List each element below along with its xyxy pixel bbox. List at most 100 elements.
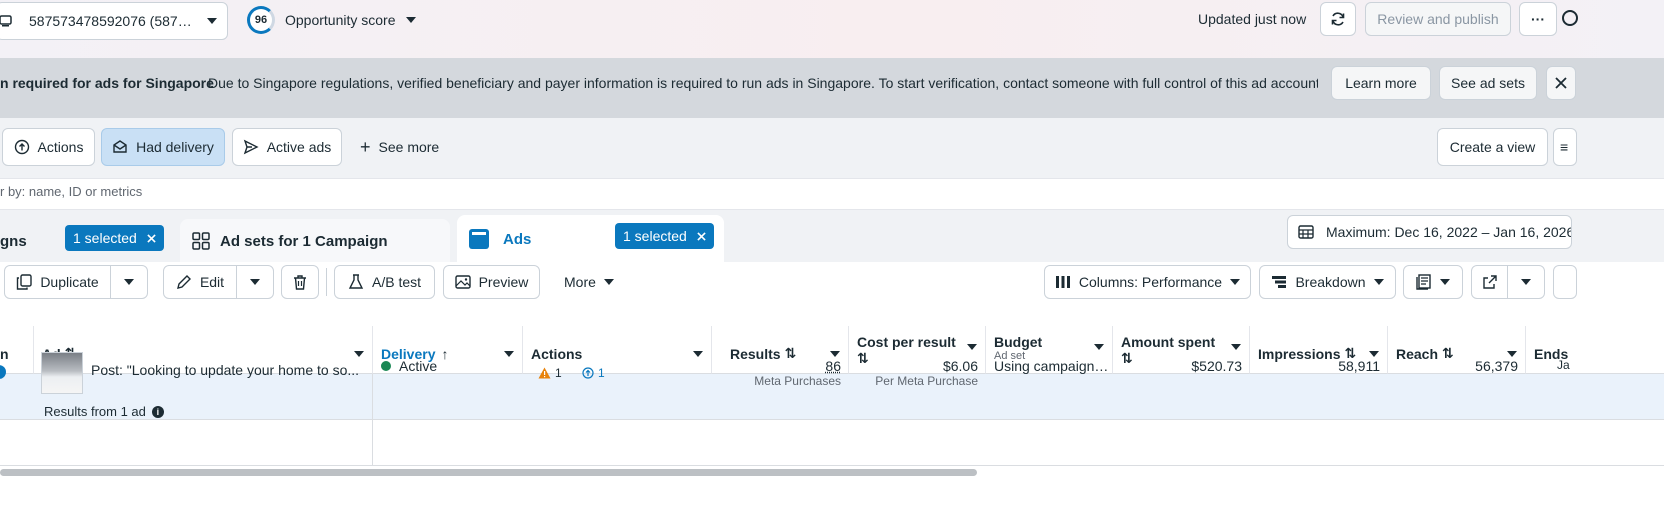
ad-thumbnail <box>41 352 83 394</box>
close-icon[interactable] <box>697 231 706 241</box>
had-delivery-filter-button[interactable]: Had delivery <box>101 128 225 166</box>
learn-more-button[interactable]: Learn more <box>1331 66 1431 100</box>
refresh-button[interactable] <box>1320 2 1356 36</box>
pencil-icon <box>176 274 192 290</box>
export-button[interactable] <box>1471 265 1508 299</box>
breakdown-button[interactable]: Breakdown <box>1259 265 1396 299</box>
ads-selected-pill[interactable]: 1 selected <box>615 223 714 249</box>
chevron-down-icon <box>1094 344 1104 350</box>
edit-dropdown-button[interactable] <box>236 265 274 299</box>
warning-badge[interactable]: 1 <box>538 366 562 380</box>
edit-button[interactable]: Edit <box>163 265 237 299</box>
status-dot-icon <box>381 361 391 371</box>
chevron-down-icon <box>693 350 703 357</box>
breakdown-icon <box>1271 275 1287 289</box>
actions-badge[interactable]: 1 <box>582 366 605 380</box>
plus-icon: + <box>360 137 371 157</box>
arrow-up-circle-icon <box>14 139 30 155</box>
campaigns-selected-pill[interactable]: 1 selected <box>65 225 164 251</box>
budget-cell: Using campaign… <box>994 358 1109 374</box>
calendar-icon <box>1298 224 1314 240</box>
duplicate-button[interactable]: Duplicate <box>4 265 111 299</box>
chevron-down-icon <box>250 279 260 285</box>
arrow-up-circle-icon <box>582 367 594 379</box>
filter-settings-button[interactable]: ≡ <box>1553 128 1577 166</box>
reports-button[interactable] <box>1403 265 1463 299</box>
amount-spent-cell: $520.73 <box>1191 358 1242 374</box>
preview-icon <box>454 274 471 290</box>
reach-cell: 56,379 <box>1475 358 1518 374</box>
footer-divider <box>0 465 1664 466</box>
chevron-down-icon <box>1521 279 1531 285</box>
column-header-ends[interactable]: Ends <box>1526 326 1664 374</box>
results-cell: 86 Meta Purchases <box>754 358 841 388</box>
results-summary: Results from 1 ad i <box>44 404 164 419</box>
review-publish-button[interactable]: Review and publish <box>1365 2 1511 36</box>
date-range-picker[interactable]: Maximum: Dec 16, 2022 – Jan 16, 2026 <box>1287 215 1572 249</box>
account-id: 587573478592076 (587… <box>29 13 192 29</box>
active-ads-filter-button[interactable]: Active ads <box>232 128 342 166</box>
close-icon[interactable] <box>147 233 156 243</box>
trash-icon <box>292 274 308 290</box>
ad-name-link[interactable]: Post: "Looking to update your home to so… <box>83 358 365 404</box>
chevron-down-icon <box>967 344 977 350</box>
column-header-name[interactable]: n <box>0 326 34 374</box>
info-icon[interactable]: i <box>151 405 164 418</box>
export-dropdown-button[interactable] <box>1507 265 1545 299</box>
delete-button[interactable] <box>281 265 319 299</box>
chevron-down-icon <box>405 17 416 23</box>
chevron-down-icon <box>1373 279 1384 285</box>
columns-button[interactable]: Columns: Performance <box>1044 265 1251 299</box>
sliders-icon: ≡ <box>1560 139 1569 155</box>
close-banner-button[interactable] <box>1546 66 1576 100</box>
account-icon <box>0 14 13 28</box>
chevron-down-icon <box>207 18 217 24</box>
horizontal-scrollbar-thumb[interactable] <box>0 469 977 476</box>
flask-icon <box>348 274 364 290</box>
sort-up-icon: ↑ <box>441 345 449 362</box>
chevron-down-icon <box>354 350 364 357</box>
cost-per-result-cell: $6.06 Per Meta Purchase <box>875 358 978 388</box>
opportunity-score-badge: 96 <box>247 6 275 34</box>
impressions-cell: 58,911 <box>1338 358 1380 374</box>
banner-message: Due to Singapore regulations, verified b… <box>208 75 1318 91</box>
search-input[interactable]: r by: name, ID or metrics <box>0 184 142 199</box>
warning-icon <box>538 367 551 379</box>
more-button[interactable]: More <box>564 274 614 290</box>
opportunity-score-label: Opportunity score <box>285 12 396 28</box>
help-icon[interactable] <box>1562 10 1578 26</box>
create-view-button[interactable]: Create a view <box>1437 128 1548 166</box>
export-icon <box>1482 274 1498 290</box>
preview-button[interactable]: Preview <box>443 265 540 299</box>
reports-icon <box>1416 274 1432 290</box>
account-selector[interactable]: 587573478592076 (587… <box>0 2 228 40</box>
ab-test-button[interactable]: A/B test <box>334 265 435 299</box>
chevron-down-icon <box>1230 279 1241 285</box>
send-icon <box>243 139 259 155</box>
ads-icon <box>469 229 489 249</box>
toolbar-divider <box>326 268 327 296</box>
tab-ad-sets[interactable]: Ad sets for 1 Campaign <box>180 219 450 263</box>
opportunity-score[interactable]: 96 Opportunity score <box>247 6 416 34</box>
chevron-down-icon <box>1231 344 1241 350</box>
search-row <box>0 178 1664 210</box>
settings-button[interactable] <box>1553 265 1577 299</box>
see-ad-sets-button[interactable]: See ad sets <box>1439 66 1537 100</box>
chevron-down-icon <box>124 279 134 285</box>
chevron-down-icon <box>504 350 514 357</box>
close-icon <box>1555 77 1567 89</box>
more-options-button[interactable]: ··· <box>1519 2 1557 36</box>
envelope-icon <box>112 139 128 155</box>
banner-title: n required for ads for Singapore <box>0 75 214 91</box>
duplicate-icon <box>16 274 33 290</box>
updated-status: Updated just now <box>1198 11 1307 27</box>
actions-filter-button[interactable]: Actions <box>2 128 95 166</box>
chevron-down-icon <box>603 279 614 285</box>
chevron-down-icon <box>1440 279 1450 285</box>
column-divider <box>372 374 373 466</box>
refresh-icon <box>1330 11 1346 27</box>
see-more-button[interactable]: + See more <box>360 138 439 156</box>
ad-sets-grid-icon <box>192 232 210 250</box>
ends-cell: Ja <box>1557 358 1570 372</box>
duplicate-dropdown-button[interactable] <box>110 265 148 299</box>
